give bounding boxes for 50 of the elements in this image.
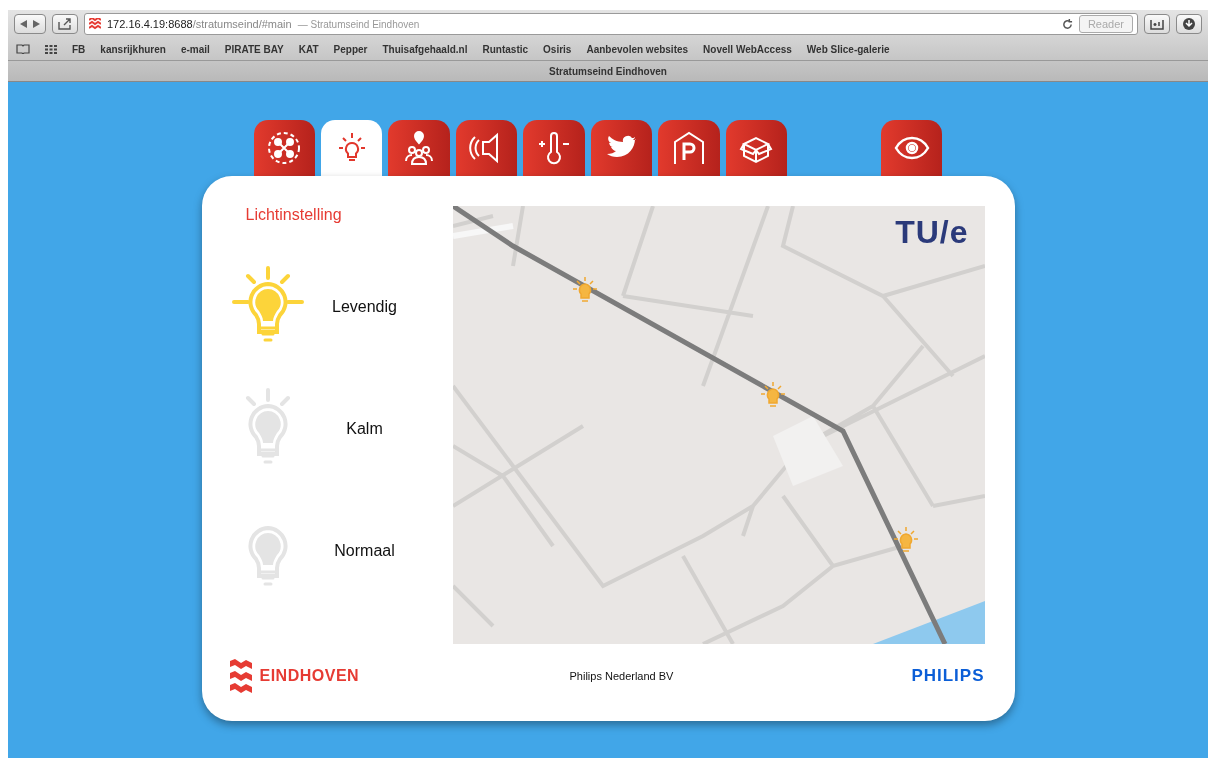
reload-icon[interactable]: [1061, 18, 1073, 30]
page-title: — Stratumseind Eindhoven: [297, 18, 420, 30]
network-icon: [266, 130, 303, 166]
browser-tab[interactable]: Stratumseind Eindhoven: [549, 65, 667, 77]
brand-logo: PHILIPS: [911, 665, 985, 686]
bookmark-link[interactable]: PIRATE BAY: [224, 43, 284, 55]
bookmark-link[interactable]: kansrijkhuren: [100, 43, 166, 55]
bookmark-link[interactable]: Runtastic: [482, 43, 529, 55]
nav-tab[interactable]: [523, 120, 585, 176]
lamp-icon: [571, 276, 598, 302]
bookmark-link[interactable]: Pepper: [333, 43, 368, 55]
share-button[interactable]: [52, 14, 78, 34]
bookmark-link[interactable]: e-mail: [180, 43, 210, 55]
bookmark-link[interactable]: Thuisafgehaald.nl: [382, 43, 468, 55]
download-icon: [1183, 18, 1195, 30]
lamp-icon: [892, 526, 919, 552]
grid-icon[interactable]: [45, 44, 57, 54]
light-setting-option[interactable]: Kalm: [309, 420, 420, 438]
nav-tab[interactable]: [455, 120, 518, 176]
nav-tab[interactable]: [881, 120, 943, 176]
bookmark-link[interactable]: Aanbevolen websites: [586, 43, 689, 55]
downloads-button[interactable]: [1176, 14, 1202, 34]
bookmark-link[interactable]: KAT: [298, 43, 319, 55]
address-bar[interactable]: 172.16.4.19:8688/stratumseind/#main — Stratumseind Eindhoven Reader: [84, 13, 1138, 35]
nav-tab[interactable]: [253, 120, 315, 176]
reading-list-button[interactable]: [1144, 14, 1170, 34]
lamp-icon: [759, 381, 786, 407]
wave-logo-icon: [89, 18, 101, 30]
wave-logo-icon: [229, 658, 252, 693]
bookmark-link[interactable]: Osiris: [543, 43, 572, 55]
light-setting-option[interactable]: Levendig: [309, 298, 420, 316]
nav-tab[interactable]: [725, 120, 787, 176]
address-host: 172.16.4.19:8688: [107, 18, 193, 30]
university-logo: TU/e: [895, 214, 969, 251]
city-logo-text: EINDHOVEN: [259, 666, 360, 685]
nav-tab[interactable]: [320, 120, 383, 176]
bookmark-link[interactable]: Novell WebAccess: [703, 43, 792, 55]
address-path: /stratumseind/#main: [192, 18, 292, 30]
nav-tab[interactable]: [658, 120, 720, 176]
light-setting-option[interactable]: Normaal: [309, 542, 420, 560]
arrows-icon: [19, 19, 41, 29]
bookmark-link[interactable]: Web Slice-galerie: [806, 43, 890, 55]
section-heading: Lichtinstelling: [245, 206, 343, 224]
footer-credit: Philips Nederland BV: [569, 669, 675, 682]
bookmark-link[interactable]: FB: [72, 43, 86, 55]
share-icon: [58, 18, 72, 30]
nav-tab[interactable]: [388, 120, 450, 176]
book-icon[interactable]: [16, 44, 30, 54]
back-forward-button[interactable]: [14, 14, 46, 34]
nav-tab[interactable]: [590, 120, 653, 176]
